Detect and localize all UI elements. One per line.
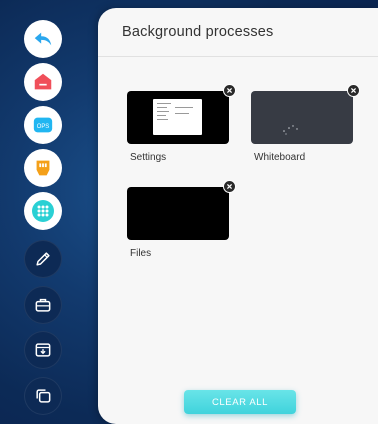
close-icon bbox=[350, 87, 357, 94]
panel-title: Background processes bbox=[122, 24, 274, 40]
whiteboard-scribble bbox=[283, 125, 298, 135]
close-whiteboard-button[interactable] bbox=[347, 84, 360, 97]
input-source-icon bbox=[35, 343, 51, 357]
task-label: Files bbox=[130, 248, 152, 259]
apps-button[interactable] bbox=[24, 192, 62, 230]
pen-icon bbox=[36, 252, 50, 266]
close-settings-button[interactable] bbox=[223, 84, 236, 97]
hdmi-button[interactable] bbox=[24, 149, 62, 187]
background-processes-panel: Background processes Settings Whiteboard… bbox=[98, 8, 378, 424]
settings-thumbnail[interactable] bbox=[127, 84, 236, 144]
hdmi-icon bbox=[36, 160, 50, 176]
clear-all-button[interactable]: CLEAR ALL bbox=[184, 390, 296, 414]
task-card-whiteboard[interactable]: Whiteboard bbox=[251, 84, 360, 163]
home-button[interactable] bbox=[24, 63, 62, 101]
close-files-button[interactable] bbox=[223, 180, 236, 193]
back-button[interactable] bbox=[24, 20, 62, 58]
home-icon bbox=[34, 73, 52, 90]
ops-icon: OPS bbox=[33, 117, 53, 133]
toolbox-button[interactable] bbox=[24, 286, 62, 324]
close-icon bbox=[226, 183, 233, 190]
task-label: Whiteboard bbox=[254, 152, 306, 163]
panel-divider bbox=[98, 56, 378, 57]
toolbox-icon bbox=[35, 298, 51, 312]
task-card-files[interactable]: Files bbox=[127, 180, 236, 259]
task-label: Settings bbox=[130, 152, 167, 163]
side-dock: OPS bbox=[0, 0, 92, 424]
settings-preview-window bbox=[153, 99, 202, 135]
apps-grid-icon bbox=[32, 200, 54, 222]
close-icon bbox=[226, 87, 233, 94]
ops-icon-label: OPS bbox=[37, 124, 50, 130]
back-arrow-icon bbox=[34, 32, 52, 46]
whiteboard-thumbnail[interactable] bbox=[251, 84, 360, 144]
task-card-settings[interactable]: Settings bbox=[127, 84, 236, 163]
pen-button[interactable] bbox=[24, 240, 62, 278]
windows-icon bbox=[36, 389, 51, 403]
files-thumbnail[interactable] bbox=[127, 180, 236, 240]
input-source-button[interactable] bbox=[24, 331, 62, 369]
windows-button[interactable] bbox=[24, 377, 62, 415]
ops-button[interactable]: OPS bbox=[24, 106, 62, 144]
